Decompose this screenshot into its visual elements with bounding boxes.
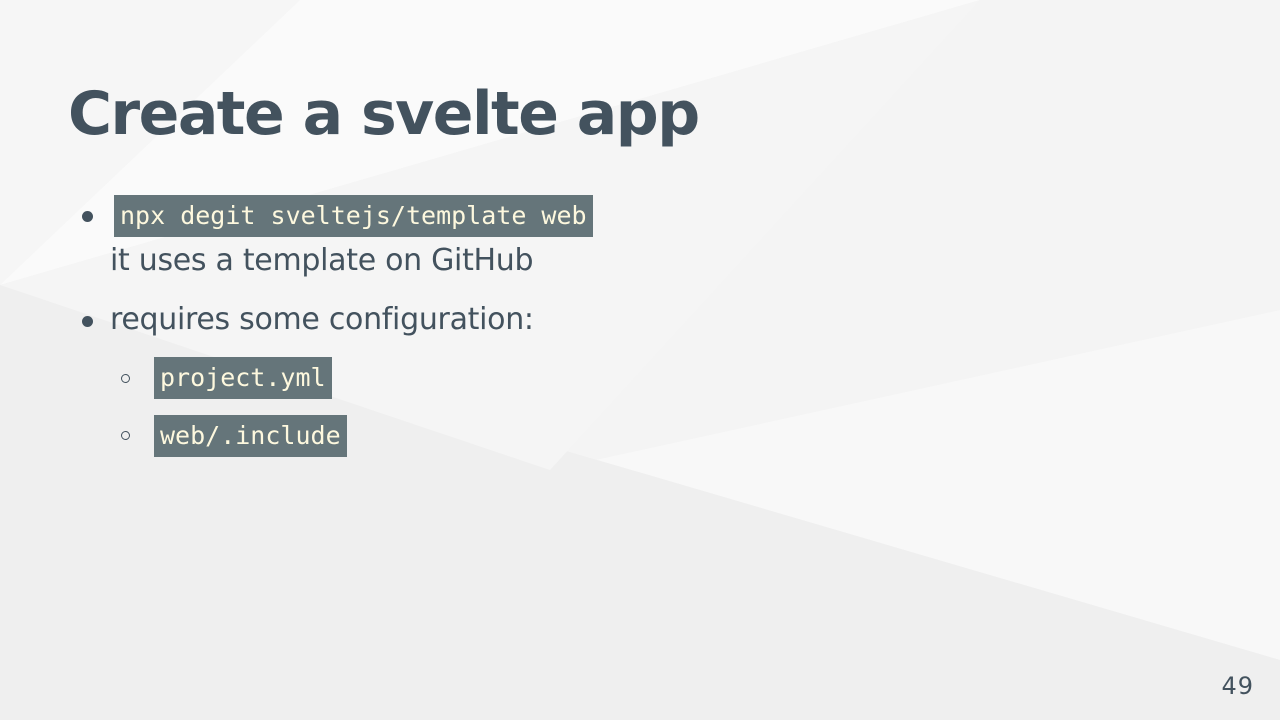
project-yml-code: project.yml — [154, 357, 332, 399]
slide: Create a svelte app npx degit sveltejs/t… — [0, 0, 1280, 720]
bullet-dot-icon — [82, 211, 93, 222]
bullet-dot-icon — [82, 316, 93, 327]
page-number: 49 — [1221, 672, 1254, 700]
bullet-list: npx degit sveltejs/template web it uses … — [0, 0, 1280, 720]
sub-bullet-circle-icon — [121, 374, 130, 383]
sub-bullet-circle-icon — [121, 431, 130, 440]
command-code: npx degit sveltejs/template web — [114, 195, 593, 237]
web-include-code: web/.include — [154, 415, 347, 457]
bullet-text-template-note: it uses a template on GitHub — [110, 243, 534, 278]
bullet-text-configuration: requires some configuration: — [110, 302, 534, 337]
